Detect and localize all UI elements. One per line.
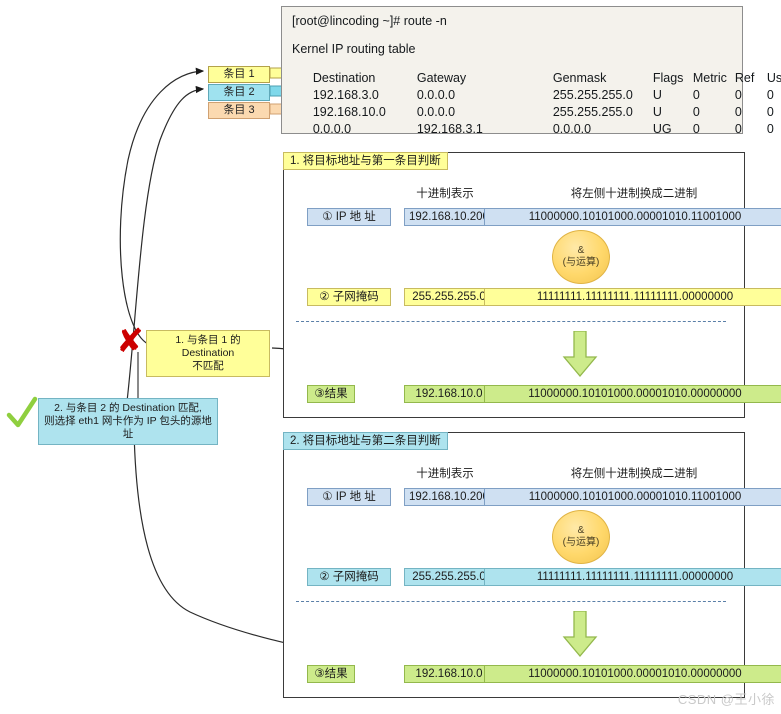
cell-genmask: 0.0.0.0	[552, 121, 592, 136]
cross-icon: ✘	[116, 322, 144, 359]
panel2-result-decimal: 192.168.10.0	[404, 665, 494, 683]
cell-genmask: 255.255.255.0	[552, 104, 633, 119]
cell-gateway: 0.0.0.0	[416, 104, 456, 119]
panel1-ip-decimal: 192.168.10.200	[404, 208, 494, 226]
panel1-ip-label: ① IP 地 址	[307, 208, 391, 226]
panel2-mask-decimal: 255.255.255.0	[404, 568, 494, 586]
entry-chip-1[interactable]: 条目 1	[208, 66, 270, 83]
cell-ref: 0	[734, 87, 742, 102]
cell-metric: 0	[692, 104, 700, 119]
annotation-mismatch: 1. 与条目 1 的 Destination 不匹配	[146, 330, 270, 377]
panel1-binary-header: 将左侧十进制换成二进制	[570, 188, 698, 200]
cell-metric: 0	[692, 121, 700, 136]
and-symbol: &	[577, 524, 585, 536]
cell-destination: 192.168.10.0	[312, 104, 386, 119]
panel2-decimal-header: 十进制表示	[416, 468, 474, 480]
and-operator-badge: & (与运算)	[552, 510, 610, 564]
terminal-table-header: Destination Gateway Genmask Flags Metric Ref U…	[292, 59, 781, 84]
header-flags: Flags	[652, 70, 684, 85]
watermark: CSDN @王小徐	[677, 692, 775, 707]
header-gateway: Gateway	[416, 70, 467, 85]
cell-use: 0	[766, 121, 774, 136]
panel1-mask-decimal: 255.255.255.0	[404, 288, 494, 306]
panel1-divider	[296, 321, 726, 322]
terminal-output: [root@lincoding ~]# route -n Kernel IP r…	[281, 6, 781, 136]
panel1-title: 1. 将目标地址与第一条目判断	[283, 152, 448, 170]
cell-ref: 0	[734, 121, 742, 136]
entry-chip-3[interactable]: 条目 3	[208, 102, 270, 119]
and-operator-badge: & (与运算)	[552, 230, 610, 284]
cell-destination: 192.168.3.0	[312, 87, 379, 102]
diagram-canvas: [root@lincoding ~]# route -n Kernel IP r…	[0, 0, 781, 714]
header-use: Use	[766, 70, 781, 85]
panel2-ip-label: ① IP 地 址	[307, 488, 391, 506]
cell-destination: 0.0.0.0	[312, 121, 352, 136]
cell-metric: 0	[692, 87, 700, 102]
and-symbol: &	[577, 244, 585, 256]
panel2-result-binary: 11000000.10101000.00001010.00000000	[484, 665, 781, 683]
cell-use: 0	[766, 104, 774, 119]
panel1-result-decimal: 192.168.10.0	[404, 385, 494, 403]
curve-to-entry-1	[119, 67, 205, 345]
header-genmask: Genmask	[552, 70, 607, 85]
cell-gateway: 192.168.3.1	[416, 121, 483, 136]
panel2-ip-binary: 11000000.10101000.00001010.11001000	[484, 488, 781, 506]
cell-flags: U	[652, 104, 662, 119]
panel1-decimal-header: 十进制表示	[416, 188, 474, 200]
cell-use: 0	[766, 87, 774, 102]
terminal-prompt-line: [root@lincoding ~]# route -n	[292, 14, 447, 28]
header-destination: Destination	[312, 70, 376, 85]
cell-genmask: 255.255.255.0	[552, 87, 633, 102]
down-arrow-icon	[562, 611, 598, 657]
panel1-mask-binary: 11111111.11111111.11111111.00000000	[484, 288, 781, 306]
and-caption: (与运算)	[562, 257, 600, 268]
terminal-table-caption: Kernel IP routing table	[292, 42, 416, 56]
panel2-divider	[296, 601, 726, 602]
panel2-title: 2. 将目标地址与第二条目判断	[283, 432, 448, 450]
panel-second-entry-check: 2. 将目标地址与第二条目判断 十进制表示 将左侧十进制换成二进制 ① IP 地…	[283, 432, 781, 698]
cell-flags: UG	[652, 121, 672, 136]
entry-chip-2[interactable]: 条目 2	[208, 84, 270, 101]
and-caption: (与运算)	[562, 537, 600, 548]
cell-flags: U	[652, 87, 662, 102]
panel2-binary-header: 将左侧十进制换成二进制	[570, 468, 698, 480]
panel1-mask-label: ② 子网掩码	[307, 288, 391, 306]
check-icon	[6, 396, 38, 428]
annotation-match: 2. 与条目 2 的 Destination 匹配, 则选择 eth1 网卡作为…	[38, 398, 218, 445]
panel2-mask-label: ② 子网掩码	[307, 568, 391, 586]
header-ref: Ref	[734, 70, 755, 85]
cell-ref: 0	[734, 104, 742, 119]
panel1-ip-binary: 11000000.10101000.00001010.11001000	[484, 208, 781, 226]
header-metric: Metric	[692, 70, 727, 85]
panel-first-entry-check: 1. 将目标地址与第一条目判断 十进制表示 将左侧十进制换成二进制 ① IP 地…	[283, 152, 781, 418]
panel2-ip-decimal: 192.168.10.200	[404, 488, 494, 506]
down-arrow-icon	[562, 331, 598, 377]
panel1-result-binary: 11000000.10101000.00001010.00000000	[484, 385, 781, 403]
panel2-mask-binary: 11111111.11111111.11111111.00000000	[484, 568, 781, 586]
panel2-result-label: ③结果	[307, 665, 355, 683]
cell-gateway: 0.0.0.0	[416, 87, 456, 102]
panel1-result-label: ③结果	[307, 385, 355, 403]
